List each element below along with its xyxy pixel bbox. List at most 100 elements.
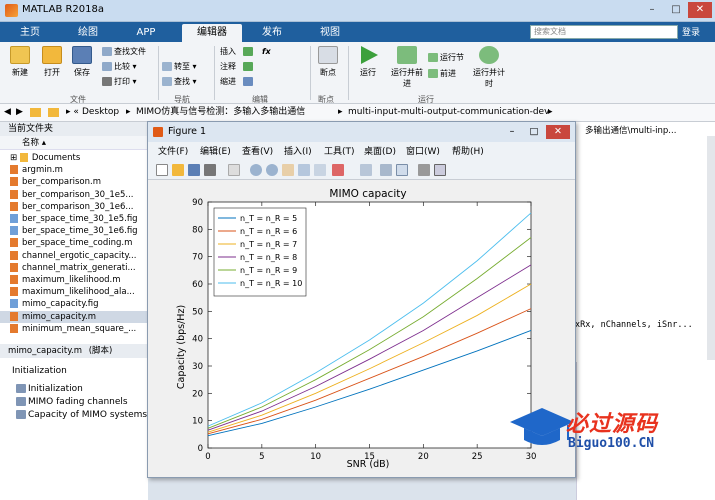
comment-button[interactable]: 注释	[220, 61, 255, 73]
find-files-button[interactable]: 查找文件	[102, 46, 146, 58]
section-item[interactable]: MIMO fading channels	[16, 397, 128, 407]
close-button[interactable]: ✕	[688, 2, 712, 18]
section-item[interactable]: Initialization	[16, 384, 83, 394]
show-plot-tools-icon[interactable]	[434, 164, 446, 176]
run-section-button[interactable]: 运行节	[428, 52, 464, 64]
print-figure-icon[interactable]	[204, 164, 216, 176]
file-item[interactable]: minimum_mean_square_...	[10, 323, 136, 335]
hide-plot-tools-icon[interactable]	[418, 164, 430, 176]
login-link[interactable]: 登录	[682, 25, 700, 38]
find-button[interactable]: 查找 ▾	[162, 76, 197, 88]
menu-insert[interactable]: 插入(I)	[284, 144, 312, 160]
new-button[interactable]: 新建	[6, 46, 34, 78]
back-arrow-icon[interactable]: ◀	[4, 104, 11, 121]
indent-button[interactable]: 缩进	[220, 76, 255, 88]
m-file-icon	[10, 287, 18, 297]
file-name: argmin.m	[22, 165, 63, 176]
x-tick-label: 0	[205, 452, 210, 462]
rotate-icon[interactable]	[298, 164, 310, 176]
editor-scrollbar[interactable]	[707, 136, 715, 360]
selected-file-bar: mimo_capacity.m (脚本)	[0, 344, 148, 358]
tab-publish[interactable]: 发布	[250, 24, 294, 42]
tab-apps[interactable]: APP	[124, 24, 168, 42]
file-item[interactable]: ber_space_time_30_1e5.fig	[10, 213, 138, 225]
colorbar-icon[interactable]	[380, 164, 392, 176]
breakpoints-icon	[318, 46, 338, 64]
file-item[interactable]: channel_matrix_generati...	[10, 262, 136, 274]
forward-arrow-icon[interactable]: ▶	[16, 104, 23, 121]
print-button[interactable]: 打印 ▾	[102, 76, 137, 88]
file-item[interactable]: ber_comparison_30_1e6...	[10, 201, 133, 213]
menu-file[interactable]: 文件(F)	[158, 144, 188, 160]
maximize-button[interactable]: □	[664, 2, 688, 18]
legend-icon[interactable]	[396, 164, 408, 176]
link-plot-icon[interactable]	[360, 164, 372, 176]
figure-minimize-button[interactable]: –	[502, 125, 522, 139]
figure-titlebar: Figure 1 – □ ✕	[148, 122, 575, 142]
menu-help[interactable]: 帮助(H)	[452, 144, 484, 160]
save-button[interactable]: 保存	[68, 46, 96, 78]
file-item[interactable]: channel_ergotic_capacity...	[10, 250, 136, 262]
file-item[interactable]: maximum_likelihood.m	[10, 274, 121, 286]
tab-view[interactable]: 视图	[308, 24, 352, 42]
breakpoints-button[interactable]: 断点	[314, 46, 342, 78]
pan-icon[interactable]	[282, 164, 294, 176]
legend-entry: n_T = n_R = 7	[240, 240, 297, 249]
tab-editor[interactable]: 编辑器	[182, 24, 242, 42]
brush-icon[interactable]	[332, 164, 344, 176]
section-item[interactable]: Capacity of MIMO systems	[16, 410, 147, 420]
run-advance-icon	[397, 46, 417, 64]
zoom-in-icon[interactable]	[250, 164, 262, 176]
file-item[interactable]: mimo_capacity.fig	[10, 298, 99, 310]
file-item[interactable]: ber_comparison.m	[10, 176, 101, 188]
x-tick-label: 20	[418, 452, 429, 462]
file-name: maximum_likelihood.m	[22, 275, 121, 285]
menu-desktop[interactable]: 桌面(D)	[364, 144, 396, 160]
run-button[interactable]: 运行	[354, 46, 382, 78]
pointer-icon[interactable]	[228, 164, 240, 176]
tab-plots[interactable]: 绘图	[66, 24, 110, 42]
open-file-icon[interactable]	[172, 164, 184, 176]
menu-window[interactable]: 窗口(W)	[406, 144, 440, 160]
section-icon	[16, 410, 26, 419]
search-documentation-input[interactable]: 搜索文档	[530, 25, 678, 39]
file-name: ber_comparison_30_1e5...	[22, 189, 134, 200]
menu-view[interactable]: 查看(V)	[242, 144, 273, 160]
menu-edit[interactable]: 编辑(E)	[200, 144, 231, 160]
run-and-advance-button[interactable]: 运行并前进	[390, 46, 424, 89]
advance-button[interactable]: 前进	[428, 68, 456, 80]
breadcrumb-project-folder[interactable]: multi-input-multi-output-communication-d…	[348, 104, 549, 121]
file-item[interactable]: ber_space_time_30_1e6.fig	[10, 225, 138, 237]
breadcrumb-mimo-folder[interactable]: MIMO仿真与信号检测：多输入多输出通信	[136, 104, 305, 121]
address-bar[interactable]: ◀ ▶ ▸ « Desktop ▸ MIMO仿真与信号检测：多输入多输出通信 ▸…	[0, 104, 715, 122]
name-column-header[interactable]: 名称 ▴	[0, 136, 147, 150]
tab-home[interactable]: 主页	[8, 24, 52, 42]
folder-item[interactable]: ⊞ Documents	[10, 152, 80, 164]
browse-folder-icon[interactable]	[48, 108, 59, 117]
breadcrumb-desktop[interactable]: Desktop	[82, 104, 119, 121]
fx-icon[interactable]: fx	[262, 46, 271, 58]
zoom-out-icon[interactable]	[266, 164, 278, 176]
goto-button[interactable]: 转至 ▾	[162, 61, 197, 73]
compare-button[interactable]: 比较 ▾	[102, 61, 137, 73]
expand-icon[interactable]: ⊞	[10, 153, 20, 163]
file-item[interactable]: argmin.m	[10, 164, 63, 176]
data-cursor-icon[interactable]	[314, 164, 326, 176]
menu-tools[interactable]: 工具(T)	[324, 144, 355, 160]
save-figure-icon[interactable]	[188, 164, 200, 176]
figure-close-button[interactable]: ✕	[546, 125, 570, 139]
window-titlebar: MATLAB R2018a – □ ✕	[0, 0, 715, 22]
run-and-time-button[interactable]: 运行并计时	[472, 46, 506, 89]
folder-up-icon[interactable]	[30, 108, 41, 117]
open-button[interactable]: 打开	[38, 46, 66, 78]
file-item[interactable]: ber_space_time_coding.m	[10, 237, 132, 249]
insert-button[interactable]: 插入	[220, 46, 255, 58]
watermark-logo: 必过源码 Biguo100.CN	[506, 404, 706, 460]
new-figure-icon[interactable]	[156, 164, 168, 176]
file-item[interactable]: ber_comparison_30_1e5...	[10, 189, 133, 201]
file-item[interactable]: mimo_capacity.m	[0, 310, 147, 323]
file-name: mimo_capacity.m	[22, 311, 97, 322]
figure-maximize-button[interactable]: □	[524, 125, 544, 139]
file-item[interactable]: maximum_likelihood_ala...	[10, 286, 135, 298]
minimize-button[interactable]: –	[640, 2, 664, 18]
